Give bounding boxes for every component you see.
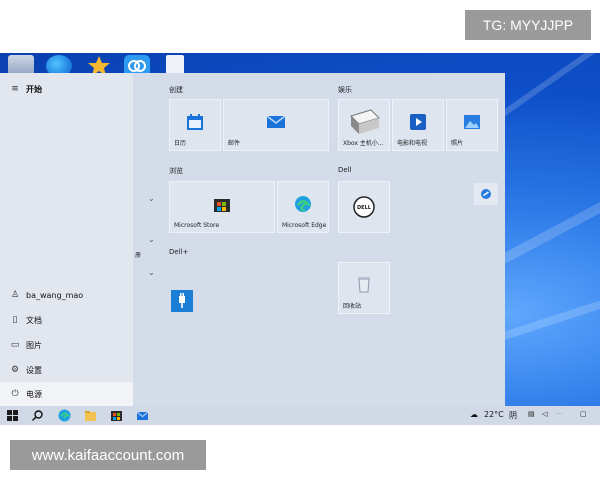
tile-dell-plus-app[interactable] [171, 290, 193, 312]
volume-icon[interactable]: ◁ [542, 410, 547, 418]
gear-icon: ⚙ [10, 365, 20, 375]
tile-dell[interactable]: DELL [338, 181, 390, 233]
document-icon: ▯ [12, 315, 18, 325]
start-header[interactable]: ≡ 开始 [0, 77, 133, 101]
network-icon[interactable]: ▤ [528, 410, 535, 418]
tile-label: 电影和电视 [397, 140, 428, 147]
start-title: 开始 [26, 84, 42, 94]
group-browse: 浏览 [169, 167, 183, 175]
documents-item[interactable]: ▯ 文档 [0, 308, 133, 332]
app-icon [481, 189, 491, 199]
store-taskbar-icon[interactable] [110, 409, 123, 422]
file-explorer-icon[interactable] [84, 409, 97, 422]
watermark-url: www.kaifaaccount.com [10, 440, 206, 470]
app-list-column: ⌄ 册 ⌄ ⌄ [133, 73, 163, 406]
dell-logo-icon: DELL [353, 196, 375, 218]
edge-taskbar-icon[interactable] [58, 409, 71, 422]
store-icon [214, 199, 230, 212]
tray-overflow[interactable]: ··· [556, 410, 563, 418]
tg-badge: TG: MYYJJPP [465, 10, 591, 40]
taskbar: ☁ 22°C 阴 ▤ ◁ ··· ▢ [0, 406, 600, 425]
recycle-bin-icon [358, 277, 370, 293]
wallpaper-beam [498, 53, 600, 119]
power-label: 电源 [26, 389, 42, 399]
mail-taskbar-icon[interactable] [136, 409, 149, 422]
tile-photos[interactable]: 照片 [446, 99, 498, 151]
svg-text:DELL: DELL [357, 205, 372, 211]
desktop-screen: ≡ 开始 ♙ ba_wang_mao ▯ 文档 ▭ 图片 ⚙ 设置 ⏻ 电源 ⌄… [0, 53, 600, 425]
hamburger-icon[interactable]: ≡ [6, 84, 24, 94]
tile-label: Xbox 主机小... [343, 140, 384, 147]
temperature-text[interactable]: 22°C [484, 410, 504, 419]
tile-recycle-bin[interactable]: 回收站 [338, 262, 390, 314]
chevron-down-icon[interactable]: ⌄ [148, 235, 155, 244]
start-menu: ≡ 开始 ♙ ba_wang_mao ▯ 文档 ▭ 图片 ⚙ 设置 ⏻ 电源 ⌄… [0, 73, 505, 406]
tile-label: 照片 [451, 140, 464, 147]
picture-icon: ▭ [10, 340, 20, 350]
settings-item[interactable]: ⚙ 设置 [0, 358, 133, 382]
tile-calendar[interactable]: 日历 [169, 99, 221, 151]
user-name: ba_wang_mao [26, 290, 84, 300]
notification-icon[interactable]: ▢ [580, 410, 587, 418]
mail-icon [266, 115, 286, 128]
tile-label: 邮件 [228, 140, 241, 147]
user-account-item[interactable]: ♙ ba_wang_mao [0, 283, 133, 307]
user-icon: ♙ [10, 290, 20, 300]
group-dell: Dell [338, 166, 352, 174]
photos-icon [464, 115, 480, 129]
tile-microsoft-edge[interactable]: Microsoft Edge [277, 181, 329, 233]
movies-icon [410, 114, 426, 130]
weather-condition: 阴 [509, 411, 517, 420]
tile-mail[interactable]: 邮件 [223, 99, 329, 151]
edge-icon [295, 196, 312, 212]
chevron-down-icon[interactable]: ⌄ [148, 268, 155, 277]
documents-label: 文档 [26, 315, 42, 325]
windows-start-icon[interactable] [6, 409, 19, 422]
power-icon: ⏻ [11, 389, 19, 399]
tile-small-app[interactable] [474, 183, 498, 205]
tile-label: Microsoft Store [174, 222, 220, 229]
xbox-console-icon [350, 109, 380, 134]
calendar-icon [187, 114, 203, 130]
search-icon[interactable] [31, 409, 44, 422]
weather-icon[interactable]: ☁ [470, 410, 478, 419]
plug-icon [179, 293, 185, 308]
group-create: 创建 [169, 86, 183, 94]
chevron-down-icon[interactable]: ⌄ [148, 194, 155, 203]
pictures-item[interactable]: ▭ 图片 [0, 333, 133, 357]
tile-xbox[interactable]: Xbox 主机小... [338, 99, 390, 151]
tile-label: 日历 [174, 140, 187, 147]
group-dell-plus: Dell+ [169, 248, 189, 256]
power-item[interactable]: ⏻ 电源 [0, 382, 133, 406]
tile-label: 回收站 [343, 303, 362, 310]
group-entertainment: 娱乐 [338, 86, 352, 94]
settings-label: 设置 [26, 365, 42, 375]
page: TG: MYYJJPP ≡ 开始 ♙ ba_wang_mao ▯ 文档 ▭ 图片… [0, 0, 600, 480]
tile-label: Microsoft Edge [282, 222, 327, 229]
side-label: 册 [135, 252, 142, 259]
tile-movies[interactable]: 电影和电视 [392, 99, 444, 151]
pictures-label: 图片 [26, 340, 42, 350]
start-left-column: ≡ 开始 ♙ ba_wang_mao ▯ 文档 ▭ 图片 ⚙ 设置 ⏻ 电源 [0, 73, 133, 406]
tile-microsoft-store[interactable]: Microsoft Store [169, 181, 275, 233]
